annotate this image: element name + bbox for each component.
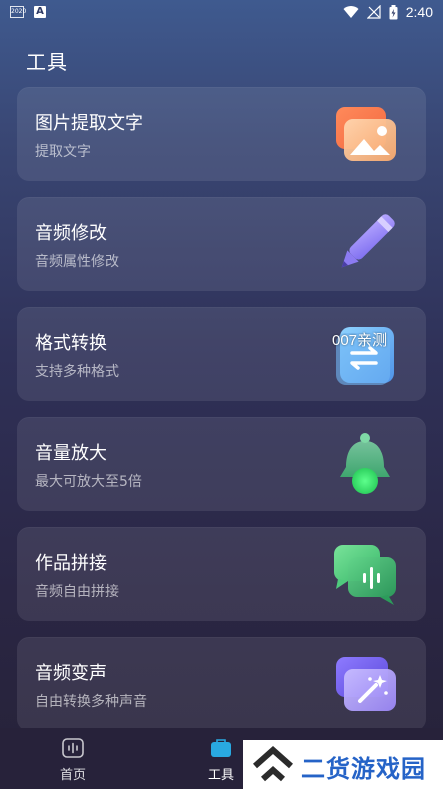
page-title: 工具 bbox=[26, 50, 68, 74]
wifi-icon bbox=[343, 6, 359, 19]
tool-card-audio-edit[interactable]: 音频修改 音频属性修改 bbox=[17, 197, 426, 291]
tool-card-title: 音量放大 bbox=[35, 443, 107, 464]
toolbox-icon bbox=[211, 739, 231, 757]
tool-card-audio-merge[interactable]: 作品拼接 音频自由拼接 bbox=[17, 527, 426, 621]
tool-card-subtitle: 支持多种格式 bbox=[35, 364, 119, 380]
no-signal-icon bbox=[366, 5, 381, 19]
status-bar: 2020 A 2:40 bbox=[0, 0, 443, 26]
battery-icon bbox=[389, 4, 398, 19]
overlay-watermark-text: 007亲测 bbox=[332, 332, 388, 349]
tool-card-image-to-text[interactable]: 图片提取文字 提取文字 bbox=[17, 87, 426, 181]
clock: 2:40 bbox=[405, 4, 433, 20]
notification-icon: 2020 bbox=[10, 6, 26, 18]
tool-card-title: 音频变声 bbox=[35, 663, 107, 684]
a-icon: A bbox=[34, 6, 46, 18]
pencil-icon bbox=[341, 214, 395, 268]
chevron-logo-icon bbox=[253, 746, 293, 782]
tool-card-subtitle: 提取文字 bbox=[35, 144, 91, 160]
tool-card-voice-change[interactable]: 音频变声 自由转换多种声音 bbox=[17, 637, 426, 731]
tab-home[interactable]: 首页 bbox=[33, 728, 113, 789]
tool-card-title: 作品拼接 bbox=[35, 553, 107, 574]
tool-card-title: 图片提取文字 bbox=[35, 113, 143, 134]
tool-card-subtitle: 音频属性修改 bbox=[35, 254, 119, 270]
magic-wand-icon bbox=[336, 657, 396, 711]
watermark-text: 二货游戏园 bbox=[301, 755, 426, 783]
image-icon bbox=[336, 107, 396, 161]
chat-bubbles-icon bbox=[334, 545, 396, 605]
watermark-logo: 二货游戏园 bbox=[243, 740, 443, 789]
waveform-icon bbox=[62, 738, 84, 758]
tool-card-volume-boost[interactable]: 音量放大 最大可放大至5倍 bbox=[17, 417, 426, 511]
bell-icon bbox=[340, 433, 390, 494]
tool-card-subtitle: 音频自由拼接 bbox=[35, 584, 119, 600]
tool-card-subtitle: 自由转换多种声音 bbox=[35, 694, 147, 710]
tool-card-title: 音频修改 bbox=[35, 223, 107, 244]
tool-card-format-convert[interactable]: 格式转换 支持多种格式 007亲测 bbox=[17, 307, 426, 401]
tab-home-label: 首页 bbox=[59, 768, 86, 783]
tool-card-title: 格式转换 bbox=[35, 333, 107, 354]
tool-card-subtitle: 最大可放大至5倍 bbox=[35, 474, 142, 490]
